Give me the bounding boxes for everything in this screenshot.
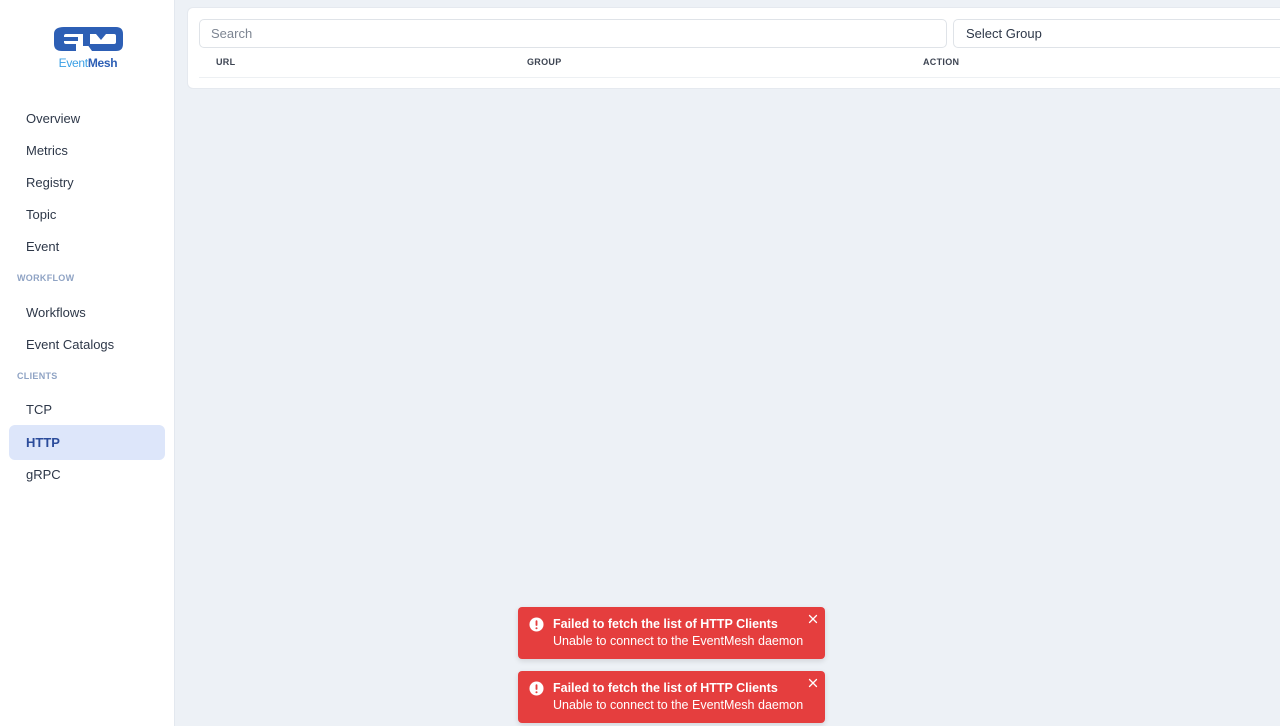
logo-wordmark: EventMesh (50, 56, 126, 70)
toast-title: Failed to fetch the list of HTTP Clients (553, 617, 778, 631)
table-header-divider (199, 77, 1280, 78)
group-select-value: Select Group (966, 26, 1042, 41)
column-header-url[interactable]: URL (216, 57, 235, 67)
toast-message: Unable to connect to the EventMesh daemo… (553, 634, 804, 648)
logo-word-mesh: Mesh (87, 56, 118, 70)
sidebar-section-workflow: WORKFLOW (17, 273, 75, 283)
sidebar-item-http[interactable]: HTTP (9, 425, 165, 460)
logo-mark-icon (54, 27, 123, 51)
sidebar-item-registry[interactable]: Registry (9, 165, 165, 200)
error-toast: Failed to fetch the list of HTTP Clients… (518, 671, 825, 723)
toast-message: Unable to connect to the EventMesh daemo… (553, 698, 804, 712)
sidebar: EventMesh Overview Metrics Registry Topi… (0, 0, 175, 726)
group-select[interactable]: Select Group (953, 19, 1280, 48)
sidebar-item-event[interactable]: Event (9, 229, 165, 264)
sidebar-item-topic[interactable]: Topic (9, 197, 165, 232)
sidebar-item-tcp[interactable]: TCP (9, 392, 165, 427)
sidebar-item-overview[interactable]: Overview (9, 101, 165, 136)
error-icon (529, 681, 544, 696)
sidebar-item-workflows[interactable]: Workflows (9, 295, 165, 330)
error-toast: Failed to fetch the list of HTTP Clients… (518, 607, 825, 659)
sidebar-item-metrics[interactable]: Metrics (9, 133, 165, 168)
close-icon[interactable] (807, 677, 819, 689)
sidebar-section-clients: CLIENTS (17, 371, 58, 381)
logo-word-event: Event (58, 56, 88, 70)
column-header-action[interactable]: ACTION (923, 57, 959, 67)
sidebar-item-event-catalogs[interactable]: Event Catalogs (9, 327, 165, 362)
toast-title: Failed to fetch the list of HTTP Clients (553, 681, 778, 695)
sidebar-item-grpc[interactable]: gRPC (9, 457, 165, 492)
column-header-group[interactable]: GROUP (527, 57, 562, 67)
error-icon (529, 617, 544, 632)
search-input[interactable] (199, 19, 947, 48)
close-icon[interactable] (807, 613, 819, 625)
eventmesh-logo[interactable]: EventMesh (50, 22, 126, 72)
